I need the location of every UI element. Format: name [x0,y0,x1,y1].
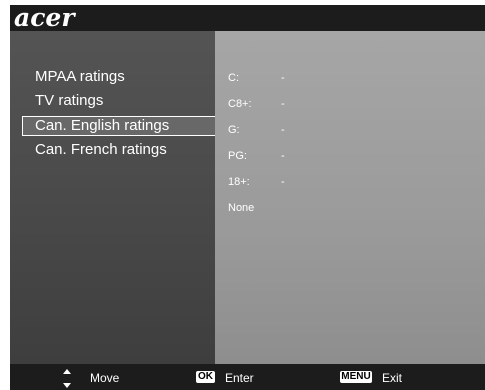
menu-item-mpaa-ratings[interactable]: MPAA ratings [25,67,215,87]
footer-help-bar: Move OK Enter MENU Exit [10,364,485,390]
menu-item-tv-ratings[interactable]: TV ratings [25,91,215,111]
rating-key-g[interactable]: G: [228,123,240,137]
ok-key-icon: OK [196,371,215,383]
rating-key-none[interactable]: None [228,201,254,215]
menu-item-can-english-ratings[interactable]: Can. English ratings [22,116,215,136]
header-bar: acer [10,5,485,32]
move-hint-label: Move [90,371,120,385]
menu-item-can-french-ratings[interactable]: Can. French ratings [25,140,215,160]
rating-key-18plus[interactable]: 18+: [228,175,250,189]
rating-value-g: - [281,124,285,136]
rating-value-pg: - [281,150,285,162]
rating-key-pg[interactable]: PG: [228,149,247,163]
exit-hint-label: Exit [382,371,403,385]
arrow-down-icon [63,383,71,388]
menu-key-icon: MENU [340,371,372,383]
rating-key-c8plus[interactable]: C8+: [228,97,252,111]
rating-value-18plus: - [281,176,285,188]
rating-value-c: - [281,72,285,84]
acer-logo: acer [14,5,75,32]
tv-osd-screen: acer MPAA ratings TV ratings Can. Englis… [10,5,485,390]
rating-value-c8plus: - [281,98,285,110]
ratings-detail-panel: C: - C8+: - G: - PG: - 18+: - None [215,31,485,364]
arrow-up-icon [63,369,71,374]
enter-hint-label: Enter [225,371,254,385]
ratings-menu-panel: MPAA ratings TV ratings Can. English rat… [10,31,215,364]
rating-key-c[interactable]: C: [228,71,239,85]
